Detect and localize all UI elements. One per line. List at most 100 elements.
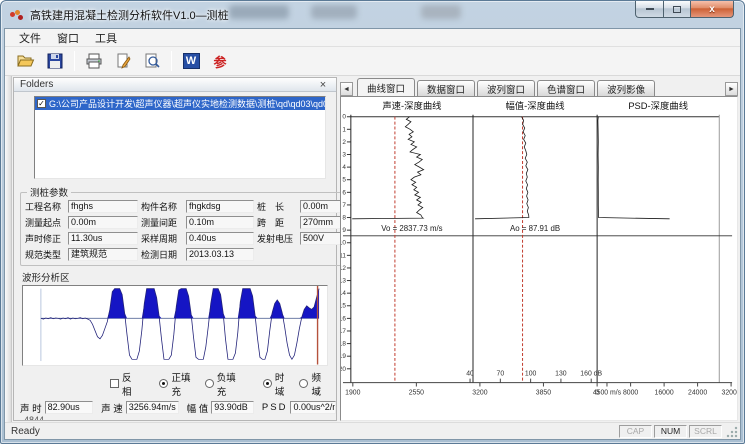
checkbox-icon[interactable] bbox=[37, 99, 46, 108]
spec-type-field[interactable]: 建筑规范 bbox=[68, 248, 138, 261]
invert-checkbox[interactable]: 反相 bbox=[110, 370, 139, 398]
save-button[interactable] bbox=[42, 49, 68, 73]
project-name-field[interactable]: fhghs bbox=[68, 200, 138, 213]
radio-icon bbox=[205, 379, 214, 388]
app-window: 高铁建用混凝土检测分析软件V1.0—测桩 x 文件 窗口 工具 bbox=[0, 0, 745, 444]
maximize-icon bbox=[673, 6, 681, 13]
svg-text:32000: 32000 bbox=[722, 389, 737, 396]
svg-text:17: 17 bbox=[341, 328, 346, 335]
svg-text:声速-深度曲线: 声速-深度曲线 bbox=[382, 100, 441, 111]
open-folder-icon bbox=[17, 53, 35, 69]
param-label: 检测日期 bbox=[141, 248, 183, 261]
scroll-lock-indicator: SCRL bbox=[689, 425, 722, 438]
menu-window[interactable]: 窗口 bbox=[49, 29, 87, 47]
sound-time-correction-field[interactable]: 11.30us bbox=[68, 232, 138, 245]
save-icon bbox=[47, 53, 63, 69]
param-label: 规范类型 bbox=[25, 248, 65, 261]
close-icon: x bbox=[709, 4, 715, 15]
test-date-field[interactable]: 2013.03.13 bbox=[186, 248, 254, 261]
psd-field[interactable]: 0.00us^2/m bbox=[290, 401, 336, 414]
param-label: 测量间距 bbox=[141, 216, 183, 229]
pile-params-title: 测桩参数 bbox=[27, 185, 71, 199]
svg-text:20: 20 bbox=[341, 366, 346, 373]
menu-tools[interactable]: 工具 bbox=[87, 29, 125, 47]
radio-icon bbox=[299, 379, 308, 388]
print-button[interactable] bbox=[81, 49, 107, 73]
svg-text:6: 6 bbox=[342, 189, 346, 196]
amplitude-label: 幅 值 bbox=[187, 401, 209, 415]
folders-caption[interactable]: Folders × bbox=[14, 78, 336, 92]
svg-text:0: 0 bbox=[342, 114, 346, 121]
svg-text:2: 2 bbox=[342, 139, 346, 146]
component-name-field[interactable]: fhgkdsg bbox=[186, 200, 254, 213]
tab-scroll-left-icon[interactable]: ◄ bbox=[340, 82, 353, 96]
svg-text:0: 0 bbox=[595, 389, 599, 396]
print-setup-icon bbox=[115, 53, 131, 69]
param-label: 声时修正 bbox=[25, 232, 65, 245]
svg-text:8000: 8000 bbox=[623, 389, 638, 396]
svg-text:1: 1 bbox=[342, 126, 346, 133]
file-list-item[interactable]: G:\公司产品设计开发\超声仪器\超声仪实地检测数据\测桩\qd\qd03\qd… bbox=[35, 97, 325, 110]
caps-lock-indicator: CAP bbox=[619, 425, 652, 438]
time-domain-radio[interactable]: 时域 bbox=[263, 370, 292, 398]
menu-file[interactable]: 文件 bbox=[11, 29, 49, 47]
print-setup-button[interactable] bbox=[110, 49, 136, 73]
svg-text:4: 4 bbox=[342, 164, 346, 171]
resize-grip[interactable] bbox=[725, 425, 738, 438]
param-label: 跨 距 bbox=[257, 216, 297, 229]
amplitude-field[interactable]: 93.90dB bbox=[211, 401, 254, 414]
tab-curve-window[interactable]: 曲线窗口 bbox=[357, 78, 415, 96]
tab-wavetrain-window[interactable]: 波列窗口 bbox=[477, 80, 535, 96]
menu-bar: 文件 窗口 工具 bbox=[5, 29, 740, 47]
tab-wavetrain-image[interactable]: 波列影像 bbox=[597, 80, 655, 96]
parameters-button[interactable]: 参 bbox=[207, 49, 233, 73]
toolbar-separator bbox=[74, 51, 75, 71]
open-button[interactable] bbox=[13, 49, 39, 73]
checkbox-icon bbox=[110, 379, 119, 388]
pile-params-grid: 工程名称 fhghs 构件名称 fhgkdsg 桩 长 0.00m 测量起点 0… bbox=[25, 200, 348, 261]
maximize-button[interactable] bbox=[664, 1, 691, 18]
folders-panel: Folders × G:\公司产品设计开发\超声仪器\超声仪实地检测数据\测桩\… bbox=[13, 77, 337, 421]
svg-text:11: 11 bbox=[341, 252, 346, 259]
positive-fill-radio[interactable]: 正填充 bbox=[159, 370, 196, 398]
sound-speed-field[interactable]: 3256.94m/s bbox=[126, 401, 179, 414]
svg-text:Ao = 87.91 dB: Ao = 87.91 dB bbox=[510, 224, 560, 233]
title-bar[interactable]: 高铁建用混凝土检测分析软件V1.0—测桩 x bbox=[1, 1, 744, 28]
tab-scroll-right-icon[interactable]: ► bbox=[725, 82, 738, 96]
right-pane: ◄ 曲线窗口 数据窗口 波列窗口 色谱窗口 波列影像 ► 01234567891… bbox=[338, 76, 740, 422]
measure-start-field[interactable]: 0.00m bbox=[68, 216, 138, 229]
svg-text:160 dB: 160 dB bbox=[580, 371, 602, 378]
waveform-plot[interactable] bbox=[22, 285, 328, 366]
sample-period-field[interactable]: 0.40us bbox=[186, 232, 254, 245]
printer-icon bbox=[85, 53, 103, 69]
folders-title: Folders bbox=[20, 79, 316, 90]
file-listbox[interactable]: G:\公司产品设计开发\超声仪器\超声仪实地检测数据\测桩\qd\qd03\qd… bbox=[34, 96, 326, 179]
word-export-button[interactable]: W bbox=[178, 49, 204, 73]
radio-icon bbox=[263, 379, 272, 388]
svg-text:19: 19 bbox=[341, 353, 346, 360]
negative-fill-radio[interactable]: 负填充 bbox=[205, 370, 242, 398]
sound-time-field[interactable]: 82.90us bbox=[45, 401, 93, 414]
svg-text:14: 14 bbox=[341, 290, 346, 297]
minimize-button[interactable] bbox=[635, 1, 664, 18]
param-label: 构件名称 bbox=[141, 200, 183, 213]
waveform-svg bbox=[23, 286, 327, 365]
tab-data-window[interactable]: 数据窗口 bbox=[417, 80, 475, 96]
measure-interval-field[interactable]: 0.10m bbox=[186, 216, 254, 229]
status-bar: Ready CAP NUM SCRL bbox=[5, 422, 740, 439]
curves-chart-area[interactable]: 01234567891011121314151617181920声速-深度曲线1… bbox=[340, 96, 738, 421]
dock-gripper[interactable] bbox=[5, 76, 12, 422]
print-preview-button[interactable] bbox=[139, 49, 165, 73]
close-button[interactable]: x bbox=[691, 1, 734, 18]
freq-domain-radio[interactable]: 频域 bbox=[299, 370, 328, 398]
radio-icon bbox=[159, 379, 168, 388]
client-area: 文件 窗口 工具 bbox=[4, 28, 741, 440]
param-label: 发射电压 bbox=[257, 232, 297, 245]
minimize-icon bbox=[646, 8, 654, 10]
param-label: 采样周期 bbox=[141, 232, 183, 245]
svg-text:9: 9 bbox=[342, 227, 346, 234]
tab-colormap-window[interactable]: 色谱窗口 bbox=[537, 80, 595, 96]
glass-smudge bbox=[421, 5, 461, 19]
svg-text:3200: 3200 bbox=[472, 389, 487, 396]
folders-close-icon[interactable]: × bbox=[316, 79, 330, 91]
